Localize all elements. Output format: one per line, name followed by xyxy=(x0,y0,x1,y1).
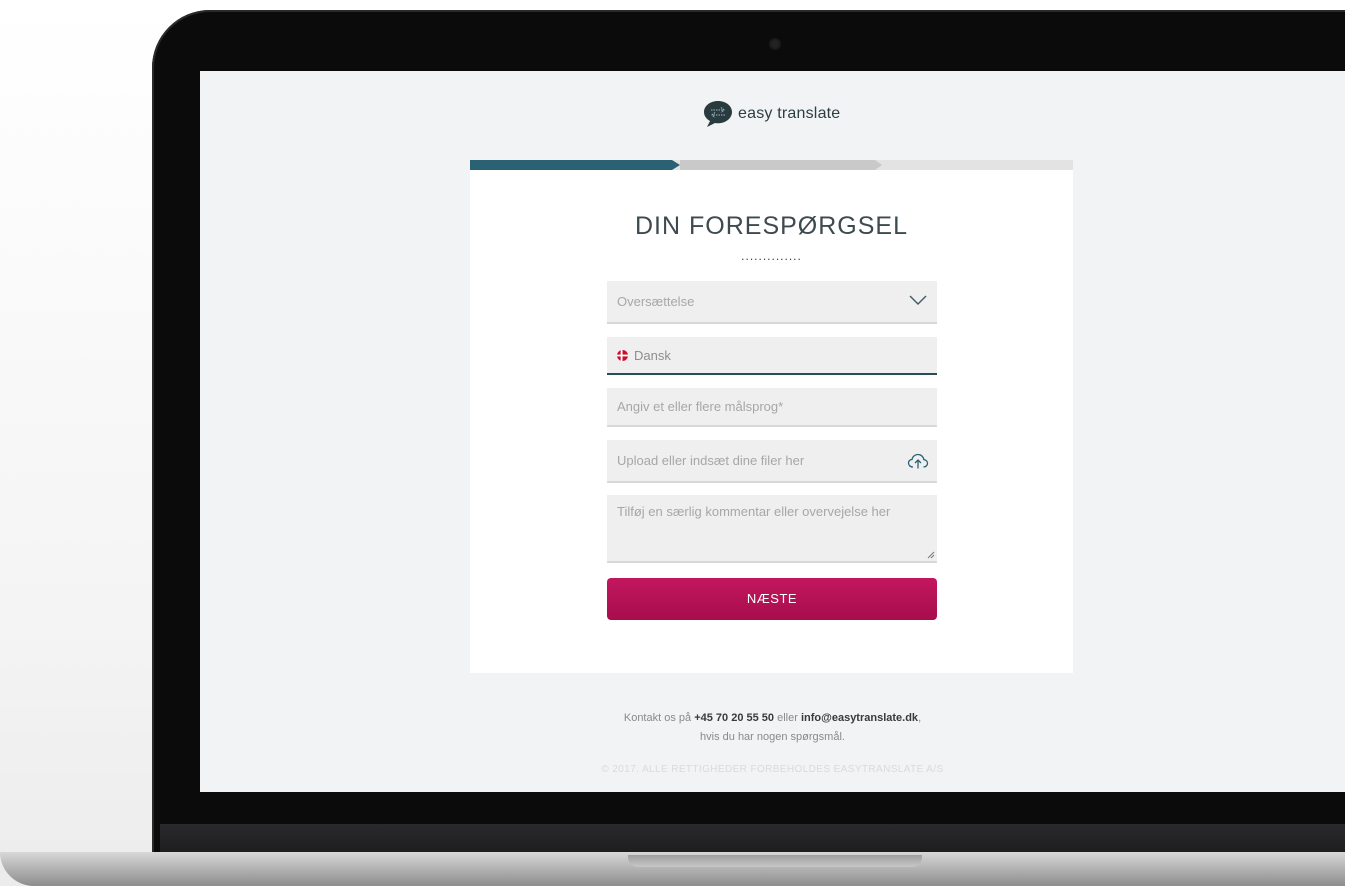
service-select-value: Oversættelse xyxy=(617,294,695,309)
comment-textarea[interactable]: Tilføj en særlig kommentar eller overvej… xyxy=(607,495,937,563)
contact-line-1: Kontakt os på +45 70 20 55 50 eller info… xyxy=(200,709,1345,728)
screen: easy translate DIN FORESPØRGSEL ........… xyxy=(200,71,1345,792)
contact-prefix: Kontakt os på xyxy=(623,712,692,724)
page-title: DIN FORESPØRGSEL xyxy=(635,212,908,240)
resize-handle-icon[interactable] xyxy=(927,551,935,559)
denmark-flag-icon xyxy=(617,349,628,361)
cloud-upload-icon[interactable] xyxy=(907,452,929,470)
phone-link[interactable]: +45 70 20 55 50 xyxy=(694,712,774,724)
chevron-down-icon[interactable] xyxy=(909,294,927,306)
comment-placeholder: Tilføj en særlig kommentar eller overvej… xyxy=(617,504,891,519)
copyright-notice: © 2017. ALLE RETTIGHEDER FORBEHOLDES EAS… xyxy=(601,764,944,775)
target-languages-input[interactable]: Angiv et eller flere målsprog* xyxy=(607,388,937,427)
progress-step-2 xyxy=(680,160,882,170)
target-languages-placeholder: Angiv et eller flere målsprog* xyxy=(617,399,784,414)
title-divider: .............. xyxy=(741,249,802,263)
file-upload-placeholder: Upload eller indsæt dine filer her xyxy=(617,453,805,468)
contact-line-2: hvis du har nogen spørgsmål. xyxy=(700,731,845,743)
progress-step-1-active xyxy=(470,160,680,170)
contact-middle: eller xyxy=(777,712,798,724)
file-upload-field[interactable]: Upload eller indsæt dine filer her xyxy=(607,440,937,483)
contact-info: Kontakt os på +45 70 20 55 50 eller info… xyxy=(200,709,1345,747)
webcam-icon xyxy=(771,40,779,48)
request-form-card: DIN FORESPØRGSEL .............. Oversætt… xyxy=(470,170,1073,673)
next-button[interactable]: NÆSTE xyxy=(607,578,937,620)
speech-bubble-logo-icon xyxy=(704,101,732,127)
email-link[interactable]: info@easytranslate.dk xyxy=(801,712,918,724)
brand-logo[interactable]: easy translate xyxy=(702,99,840,129)
source-language-value: Dansk xyxy=(634,347,671,363)
laptop-base-notch xyxy=(628,855,922,867)
contact-suffix: , xyxy=(918,712,922,724)
brand-name: easy translate xyxy=(738,105,841,122)
step-progress-bar xyxy=(470,160,1073,170)
service-select[interactable]: Oversættelse xyxy=(607,281,937,324)
source-language-field[interactable]: Dansk xyxy=(607,337,937,375)
